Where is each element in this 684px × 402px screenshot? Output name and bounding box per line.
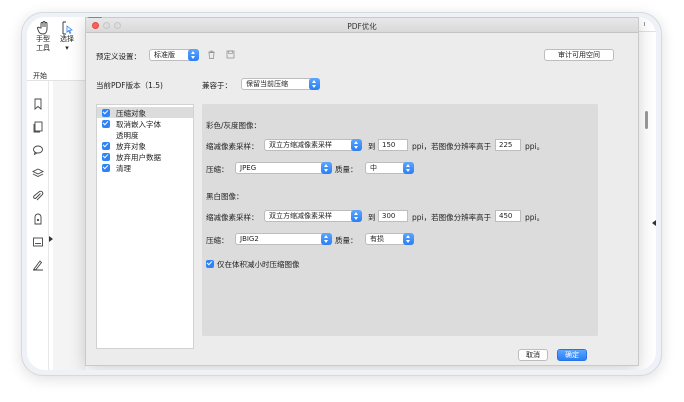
category-list: 压缩对象 取消嵌入字体 透明度 放弃对象 放弃用户数据 清理 bbox=[96, 104, 194, 349]
dialog-titlebar: PDF优化 bbox=[86, 18, 638, 33]
color-images-heading: 彩色/灰度图像： bbox=[206, 121, 262, 130]
only-if-smaller-label: 仅在体积减小时压缩图像 bbox=[217, 260, 300, 269]
preset-select[interactable]: 标准版 bbox=[149, 49, 199, 61]
color-to-label: 到 bbox=[368, 142, 376, 151]
ok-button[interactable]: 确定 bbox=[557, 349, 587, 361]
pdf-optimize-dialog: PDF优化 预定义设置： 标准版 审计可用空间 当前PDF版本（1.5) 兼容于… bbox=[85, 17, 639, 366]
hand-tool-label-2: 工具 bbox=[36, 44, 50, 52]
only-if-smaller-checkbox[interactable] bbox=[206, 260, 214, 268]
comment-icon[interactable] bbox=[32, 144, 44, 156]
mono-quality-select[interactable]: 有损 bbox=[365, 233, 414, 245]
mono-quality-label: 质量： bbox=[335, 236, 358, 245]
delete-preset-icon[interactable] bbox=[207, 50, 216, 59]
color-ppi-label: ppi，若图像分辨率高于 bbox=[412, 142, 492, 151]
mono-compression-value: JBIG2 bbox=[240, 235, 259, 243]
chevron-updown-icon bbox=[351, 210, 362, 222]
checkbox-compress-objects[interactable] bbox=[102, 109, 110, 117]
checkbox-transparency[interactable] bbox=[102, 131, 110, 139]
select-tool-label: 选择 bbox=[60, 35, 74, 43]
device-frame: 手型 工具 选择 ▾ 开始 PDF优化 预定义设置： 标准版 审计可用空间 当前… bbox=[21, 12, 662, 376]
preset-value: 标准版 bbox=[154, 51, 175, 59]
security-lock-icon[interactable] bbox=[32, 213, 44, 225]
list-item-clean-up[interactable]: 清理 bbox=[97, 162, 193, 173]
layers-icon[interactable] bbox=[32, 167, 44, 179]
list-item-compress-objects[interactable]: 压缩对象 bbox=[97, 107, 193, 118]
mono-downsample-value: 双立方缩减像素采样 bbox=[269, 212, 332, 220]
mono-to-label: 到 bbox=[368, 213, 376, 222]
attachment-icon[interactable] bbox=[32, 190, 44, 202]
checkbox-discard-user-data[interactable] bbox=[102, 153, 110, 161]
list-item-unembed-fonts[interactable]: 取消嵌入字体 bbox=[97, 118, 193, 129]
color-quality-select[interactable]: 中 bbox=[365, 162, 414, 174]
color-quality-label: 质量： bbox=[335, 165, 358, 174]
page-preview-strip bbox=[53, 81, 86, 370]
mono-downsample-label: 缩减像素采样： bbox=[206, 213, 259, 222]
form-field-icon[interactable] bbox=[32, 236, 44, 248]
cancel-button[interactable]: 取消 bbox=[518, 349, 548, 361]
color-compression-label: 压缩： bbox=[206, 165, 229, 174]
bookmark-icon[interactable] bbox=[32, 98, 44, 110]
hand-tool-button[interactable]: 手型 工具 bbox=[32, 21, 54, 53]
chevron-updown-icon bbox=[403, 162, 414, 174]
mono-downsample-select[interactable]: 双立方缩减像素采样 bbox=[264, 210, 362, 222]
expand-right-panel-arrow[interactable] bbox=[652, 220, 656, 226]
mono-target-ppi-input[interactable]: 300 bbox=[378, 210, 408, 222]
mono-threshold-ppi-input[interactable]: 450 bbox=[495, 210, 521, 222]
color-target-ppi-input[interactable]: 150 bbox=[378, 139, 408, 151]
select-tool-dropdown[interactable]: ▾ bbox=[56, 44, 78, 53]
compression-settings-panel: 彩色/灰度图像： 缩减像素采样： 双立方缩减像素采样 到 150 ppi，若图像… bbox=[202, 104, 598, 336]
mono-compression-label: 压缩： bbox=[206, 236, 229, 245]
color-threshold-ppi-input[interactable]: 225 bbox=[495, 139, 521, 151]
select-cursor-icon bbox=[62, 21, 73, 35]
compat-select[interactable]: 保留当前压缩 bbox=[241, 78, 320, 90]
list-item-discard-objects[interactable]: 放弃对象 bbox=[97, 140, 193, 151]
color-downsample-select[interactable]: 双立方缩减像素采样 bbox=[264, 139, 362, 151]
color-quality-value: 中 bbox=[370, 164, 377, 172]
chevron-updown-icon bbox=[321, 162, 332, 174]
color-compression-select[interactable]: JPEG bbox=[235, 162, 332, 174]
audit-space-button[interactable]: 审计可用空间 bbox=[544, 49, 614, 61]
checkbox-discard-objects[interactable] bbox=[102, 142, 110, 150]
mono-compression-select[interactable]: JBIG2 bbox=[235, 233, 332, 245]
navigation-rail bbox=[27, 81, 49, 370]
color-ppi-end-label: ppi。 bbox=[525, 142, 545, 151]
mono-ppi-end-label: ppi。 bbox=[525, 213, 545, 222]
mono-quality-value: 有损 bbox=[370, 235, 384, 243]
compat-label: 兼容于： bbox=[202, 81, 232, 90]
right-toolbar-mark bbox=[644, 22, 645, 26]
chevron-updown-icon bbox=[351, 139, 362, 151]
select-tool-button[interactable]: 选择 ▾ bbox=[56, 21, 78, 53]
mono-ppi-label: ppi，若图像分辨率高于 bbox=[412, 213, 492, 222]
screen: 手型 工具 选择 ▾ 开始 PDF优化 预定义设置： 标准版 审计可用空间 当前… bbox=[27, 17, 656, 370]
chevron-updown-icon bbox=[321, 233, 332, 245]
list-item-discard-user-data[interactable]: 放弃用户数据 bbox=[97, 151, 193, 162]
page-thumbnail-icon[interactable] bbox=[32, 121, 44, 133]
color-downsample-label: 缩减像素采样： bbox=[206, 142, 259, 151]
color-compression-value: JPEG bbox=[240, 164, 257, 172]
list-item-label: 清理 bbox=[116, 164, 131, 173]
app-toolbar: 手型 工具 选择 ▾ bbox=[27, 17, 85, 69]
checkbox-clean-up[interactable] bbox=[102, 164, 110, 172]
preset-label: 预定义设置： bbox=[96, 52, 141, 61]
list-item-transparency[interactable]: 透明度 bbox=[97, 129, 193, 140]
signature-icon[interactable] bbox=[32, 259, 44, 271]
pdf-version-label: 当前PDF版本（1.5) bbox=[96, 81, 163, 90]
hand-icon bbox=[36, 21, 47, 35]
mono-images-heading: 黑白图像： bbox=[206, 192, 244, 201]
chevron-updown-icon bbox=[188, 49, 199, 61]
save-preset-icon[interactable] bbox=[226, 50, 235, 59]
only-if-smaller-option[interactable]: 仅在体积减小时压缩图像 bbox=[202, 258, 402, 269]
color-downsample-value: 双立方缩减像素采样 bbox=[269, 141, 332, 149]
checkbox-unembed-fonts[interactable] bbox=[102, 120, 110, 128]
chevron-updown-icon bbox=[309, 78, 320, 90]
chevron-updown-icon bbox=[403, 233, 414, 245]
hand-tool-label-1: 手型 bbox=[36, 35, 50, 43]
vertical-scrollbar[interactable] bbox=[645, 111, 648, 129]
compat-value: 保留当前压缩 bbox=[246, 80, 288, 88]
dialog-title: PDF优化 bbox=[347, 22, 377, 31]
